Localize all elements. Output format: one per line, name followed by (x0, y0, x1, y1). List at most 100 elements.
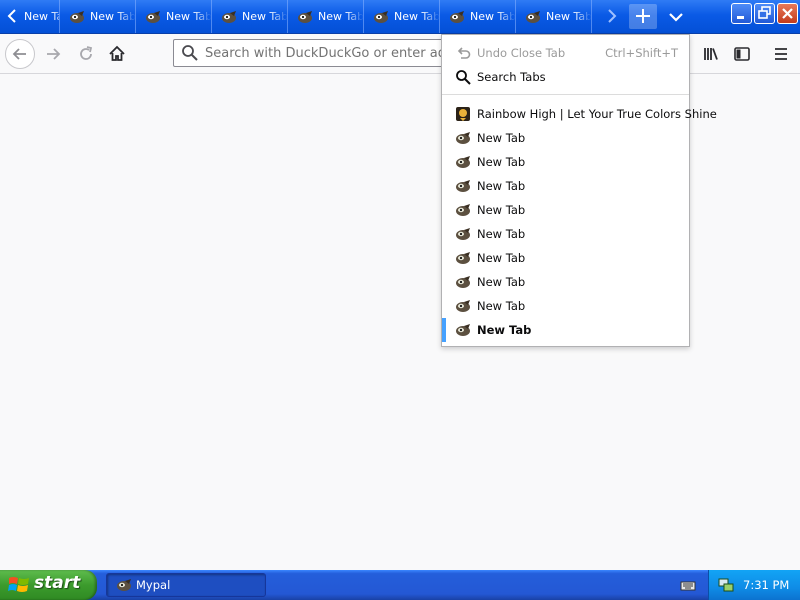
tab-label: New Tab (166, 10, 212, 23)
tab-strip: New Tab New Tab New Tab New Tab New Tab … (0, 0, 800, 34)
restore-icon (758, 6, 771, 19)
clock[interactable]: 7:31 PM (743, 578, 789, 592)
mypal-favicon-icon (456, 276, 470, 288)
url-bar[interactable] (173, 39, 473, 67)
taskbar-button-label: Mypal (136, 578, 171, 592)
menuitem-label: New Tab (477, 323, 532, 337)
menuitem-shortcut: Ctrl+Shift+T (605, 46, 678, 60)
tab[interactable]: New Tab (364, 0, 440, 33)
search-icon (182, 45, 198, 61)
tab-menuitem[interactable]: New Tab (442, 126, 689, 150)
minimize-icon (737, 16, 744, 19)
tab-label: New Tab (318, 10, 364, 23)
chevron-down-icon (669, 13, 683, 22)
start-button[interactable]: start (0, 570, 97, 600)
mypal-favicon-icon (117, 579, 131, 591)
tab[interactable]: New Tab (288, 0, 364, 33)
tab[interactable]: New Tab (516, 0, 592, 33)
arrow-left-icon (12, 48, 26, 60)
tab-label: New Tab (546, 10, 592, 23)
reload-button[interactable] (72, 40, 100, 68)
chevron-left-icon (7, 9, 16, 23)
restore-button[interactable] (754, 3, 775, 24)
tab-menuitem[interactable]: Rainbow High | Let Your True Colors Shin… (442, 102, 717, 126)
chevron-right-icon (608, 9, 617, 23)
tab[interactable]: New Tab (60, 0, 136, 33)
search-tabs-menuitem[interactable]: Search Tabs (442, 65, 689, 89)
tab-menuitem[interactable]: New Tab (442, 150, 689, 174)
arrow-right-icon (47, 48, 61, 60)
hamburger-menu-icon (775, 48, 787, 60)
tab-label: New Tab (24, 10, 59, 23)
library-icon (704, 48, 718, 60)
keyboard-icon (680, 581, 696, 591)
menuitem-label: Rainbow High | Let Your True Colors Shin… (477, 107, 717, 121)
tab-label: New Tab (470, 10, 516, 23)
home-icon (109, 45, 125, 61)
menuitem-label: New Tab (477, 203, 526, 217)
keyboard-language-button[interactable] (680, 577, 696, 593)
tabs-scroll-right-button[interactable] (600, 0, 624, 33)
tab[interactable]: New Tab (212, 0, 288, 33)
home-button[interactable] (103, 40, 131, 68)
menu-separator (442, 94, 689, 95)
windows-logo-icon (8, 577, 29, 592)
plus-icon (636, 9, 650, 23)
mypal-favicon-icon (222, 10, 236, 23)
menuitem-label: New Tab (477, 131, 526, 145)
tab[interactable]: New Tab (440, 0, 516, 33)
mypal-favicon-icon (456, 180, 470, 192)
reload-icon (80, 46, 93, 60)
search-icon (456, 70, 471, 85)
selected-tab-indicator (442, 318, 446, 342)
tab[interactable]: New Tab (22, 0, 60, 33)
menuitem-label: New Tab (477, 275, 526, 289)
menuitem-label: New Tab (477, 251, 526, 265)
undo-icon (457, 47, 471, 59)
new-tab-button[interactable] (629, 4, 657, 29)
minimize-button[interactable] (731, 3, 752, 24)
mypal-favicon-icon (70, 10, 84, 23)
tab-menuitem[interactable]: New Tab (442, 270, 689, 294)
taskbar-button-mypal[interactable]: Mypal (106, 573, 266, 597)
mypal-favicon-icon (298, 10, 312, 23)
library-button[interactable] (697, 40, 725, 68)
tab-label: New Tab (394, 10, 440, 23)
sidebar-icon (734, 47, 750, 61)
close-icon (782, 8, 793, 19)
main-menu-button[interactable] (767, 40, 795, 68)
undo-close-tab-menuitem[interactable]: Undo Close Tab Ctrl+Shift+T (442, 41, 689, 65)
close-window-button[interactable] (777, 3, 798, 24)
mypal-favicon-icon (526, 10, 540, 23)
mypal-favicon-icon (456, 228, 470, 240)
mypal-favicon-icon (374, 10, 388, 23)
rainbow-high-favicon-icon (456, 107, 470, 121)
network-icon[interactable] (717, 576, 735, 594)
tabs-scroll-left-button[interactable] (0, 0, 24, 33)
mypal-favicon-icon (456, 204, 470, 216)
menuitem-label: Undo Close Tab (477, 46, 566, 60)
start-label: start (34, 573, 81, 593)
tab-menuitem[interactable]: New Tab (442, 294, 689, 318)
menuitem-label: Search Tabs (477, 70, 546, 84)
taskbar: start Mypal 7:31 PM (0, 570, 800, 600)
tab-menuitem[interactable]: New Tab (442, 198, 689, 222)
menuitem-label: New Tab (477, 155, 526, 169)
tab-menuitem[interactable]: New Tab (442, 246, 689, 270)
mypal-favicon-icon (456, 156, 470, 168)
address-input[interactable] (205, 40, 465, 66)
list-all-tabs-button[interactable] (662, 4, 690, 29)
back-button[interactable] (5, 39, 35, 69)
menuitem-label: New Tab (477, 179, 526, 193)
tab-label: New Tab (242, 10, 288, 23)
tab-label: New Tab (90, 10, 136, 23)
mypal-favicon-icon (450, 10, 464, 23)
tab[interactable]: New Tab (136, 0, 212, 33)
mypal-favicon-icon (456, 252, 470, 264)
forward-button[interactable] (39, 40, 67, 68)
mypal-favicon-icon (146, 10, 160, 23)
sidebars-button[interactable] (728, 40, 756, 68)
tab-menuitem[interactable]: New Tab (442, 222, 689, 246)
tab-menuitem-selected[interactable]: New Tab (442, 318, 689, 342)
tab-menuitem[interactable]: New Tab (442, 174, 689, 198)
